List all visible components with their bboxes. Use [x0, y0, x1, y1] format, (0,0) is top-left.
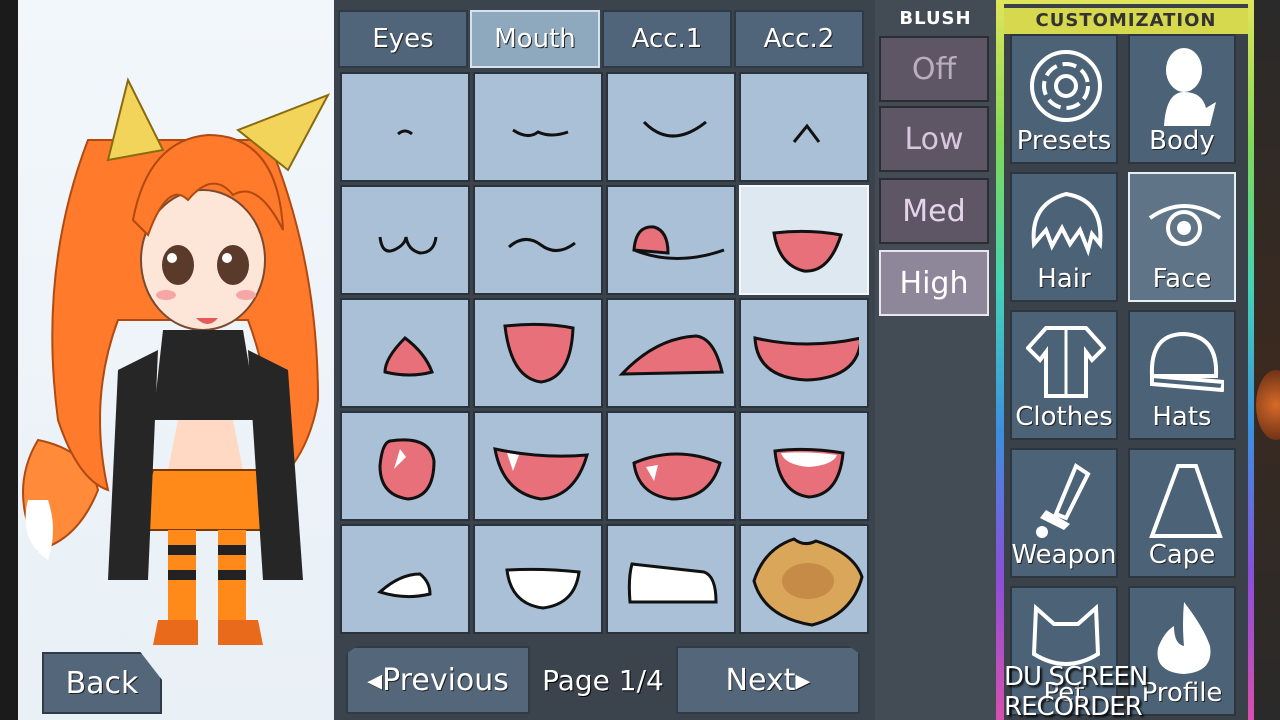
mouth-option-3[interactable] — [606, 72, 736, 182]
weapon-label: Weapon — [1011, 540, 1117, 570]
blush-off-button[interactable]: Off — [879, 36, 989, 102]
blush-med-button[interactable]: Med — [879, 178, 989, 244]
face-label: Face — [1152, 264, 1212, 294]
mouth-open-round-icon — [503, 322, 575, 384]
hair-button[interactable]: Hair — [1010, 172, 1118, 302]
pager: ◂ Previous Page 1/4 Next ▸ — [334, 640, 875, 720]
hats-button[interactable]: Hats — [1128, 310, 1236, 440]
mouth-option-9[interactable] — [340, 298, 470, 408]
recorder-watermark: DU SCREEN RECORDER — [1004, 662, 1148, 720]
clothes-icon — [1026, 326, 1106, 398]
chevron-left-icon: ◂ — [367, 662, 383, 698]
blush-title: BLUSH — [899, 8, 972, 29]
tab-mouth[interactable]: Mouth — [470, 10, 600, 68]
mouth-option-5[interactable] — [340, 185, 470, 295]
mouth-smile-line-icon — [512, 128, 569, 137]
blush-low-button[interactable]: Low — [879, 106, 989, 172]
mouth-caret-icon — [792, 123, 821, 143]
mouth-option-17[interactable] — [340, 524, 470, 634]
part-selector-panel: Eyes Mouth Acc.1 Acc.2 ◂ Previous Page 1… — [334, 0, 875, 720]
mouth-option-12[interactable] — [739, 298, 869, 408]
previous-page-button[interactable]: ◂ Previous — [346, 646, 530, 714]
body-label: Body — [1149, 126, 1215, 156]
mouth-teeth-small-icon — [377, 572, 432, 599]
character-image — [22, 77, 331, 645]
hair-icon — [1031, 191, 1103, 257]
body-button[interactable]: Body — [1128, 34, 1236, 164]
mouth-option-7[interactable] — [606, 185, 736, 295]
back-button[interactable]: Back — [42, 652, 162, 714]
hair-label: Hair — [1037, 264, 1091, 294]
customization-title: CUSTOMIZATION — [1004, 8, 1248, 34]
cape-button[interactable]: Cape — [1128, 448, 1236, 578]
mouth-option-4[interactable] — [739, 72, 869, 182]
mouth-toast-icon — [752, 537, 864, 627]
mouth-fang-smile-icon — [493, 447, 590, 501]
mouth-option-14[interactable] — [473, 411, 603, 521]
mouth-fang-grin-icon — [632, 452, 722, 501]
part-tabs: Eyes Mouth Acc.1 Acc.2 — [338, 10, 864, 68]
presets-icon — [1030, 50, 1102, 122]
sword-icon — [1036, 462, 1091, 538]
mouth-small-dot-icon — [397, 129, 413, 136]
character-preview: Back — [18, 0, 334, 720]
mouth-grid — [340, 72, 869, 634]
mouth-teeth-smile-icon — [505, 567, 581, 610]
mouth-cat-w-icon — [378, 236, 438, 255]
mouth-teeth-grit-icon — [627, 562, 718, 604]
previous-label: Previous — [382, 662, 509, 698]
mouth-wide-open-icon — [618, 334, 724, 376]
cap-icon — [1149, 331, 1224, 393]
mouth-option-16[interactable] — [739, 411, 869, 521]
mouth-option-19[interactable] — [606, 524, 736, 634]
clothes-button[interactable]: Clothes — [1010, 310, 1118, 440]
mouth-option-20[interactable] — [739, 524, 869, 634]
face-button[interactable]: Face — [1128, 172, 1236, 302]
mouth-open-oval-icon — [772, 229, 843, 273]
next-page-button[interactable]: Next ▸ — [676, 646, 860, 714]
weapon-button[interactable]: Weapon — [1010, 448, 1118, 578]
mouth-option-2[interactable] — [473, 72, 603, 182]
mouth-option-10[interactable] — [473, 298, 603, 408]
mouth-option-13[interactable] — [340, 411, 470, 521]
hats-label: Hats — [1152, 402, 1212, 432]
mouth-option-11[interactable] — [606, 298, 736, 408]
mouth-option-8-selected[interactable] — [739, 185, 869, 295]
mouth-option-1[interactable] — [340, 72, 470, 182]
next-label: Next — [725, 662, 796, 698]
mouth-fang-round-icon — [378, 438, 436, 501]
mouth-big-open-icon — [753, 336, 859, 382]
mouth-option-18[interactable] — [473, 524, 603, 634]
cape-label: Cape — [1148, 540, 1216, 570]
mouth-teeth-open-icon — [773, 447, 845, 499]
blush-high-button[interactable]: High — [879, 250, 989, 316]
mouth-option-15[interactable] — [606, 411, 736, 521]
mouth-tongue-out-icon — [632, 225, 725, 260]
cape-icon — [1149, 464, 1223, 538]
tab-acc1[interactable]: Acc.1 — [602, 10, 732, 68]
customization-panel: CUSTOMIZATION Presets Body Hair Face Clo… — [996, 0, 1254, 720]
mouth-wavy-icon — [508, 238, 576, 252]
customization-inner: CUSTOMIZATION Presets Body Hair Face Clo… — [1004, 4, 1248, 720]
presets-button[interactable]: Presets — [1010, 34, 1118, 164]
eye-icon — [1148, 204, 1222, 246]
tab-acc2[interactable]: Acc.2 — [734, 10, 864, 68]
mouth-smile-curve-icon — [642, 120, 707, 138]
screen-edge — [1254, 0, 1280, 720]
blush-panel: BLUSH Off Low Med High — [875, 0, 996, 720]
chevron-right-icon: ▸ — [795, 662, 811, 698]
tab-eyes[interactable]: Eyes — [338, 10, 468, 68]
page-indicator: Page 1/4 — [542, 664, 664, 697]
presets-label: Presets — [1016, 126, 1112, 156]
clothes-label: Clothes — [1015, 402, 1113, 432]
body-icon — [1164, 48, 1216, 126]
mouth-small-triangle-icon — [383, 336, 434, 377]
mouth-option-6[interactable] — [473, 185, 603, 295]
